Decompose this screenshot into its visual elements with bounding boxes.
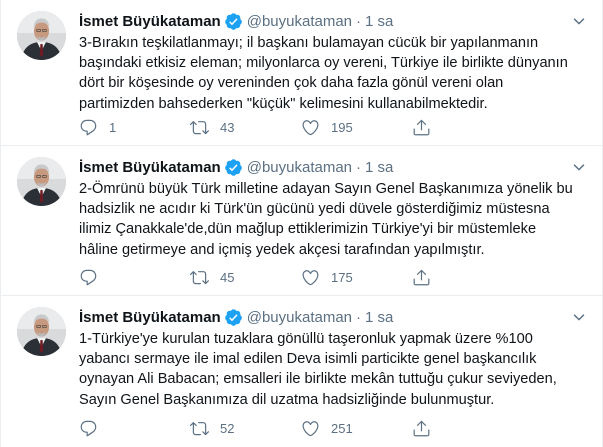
tweet[interactable]: İsmet Büyükataman @buyukataman · 1 sa 2-…: [1, 146, 602, 296]
tweet-header: İsmet Büyükataman @buyukataman · 1 sa: [79, 11, 393, 31]
heart-icon: [301, 268, 320, 287]
tweet-text-line: hâline getirmeye and içmiş yedek akçesi …: [79, 241, 485, 258]
handle[interactable]: @buyukataman: [247, 13, 352, 30]
retweet-count: 52: [220, 420, 235, 436]
tweet-text-line: yabancı sermaye ile imal edilen Deva isi…: [79, 351, 537, 368]
tweet-actions: 45 175: [79, 267, 519, 287]
like-count: 251: [331, 420, 353, 436]
chevron-down-icon[interactable]: [568, 156, 590, 178]
share-button[interactable]: [412, 117, 431, 137]
retweet-icon: [190, 118, 209, 137]
like-button[interactable]: 195: [301, 117, 353, 137]
tweet-text: 2-Ömrünü büyük Türk milletine adayan Say…: [79, 179, 594, 260]
separator: ·: [356, 12, 362, 30]
separator: ·: [356, 308, 362, 326]
heart-icon: [301, 118, 320, 137]
timestamp[interactable]: 1 sa: [365, 309, 393, 326]
tweet-text-line: partimizden bahsederken "küçük" kelimesi…: [79, 95, 488, 112]
verified-badge-icon: [224, 158, 243, 177]
tweet-text-line: hadsizlik ne acıdır ki Türk'ün gücünü ye…: [79, 201, 550, 218]
tweet-header: İsmet Büyükataman @buyukataman · 1 sa: [79, 157, 393, 177]
timestamp[interactable]: 1 sa: [365, 159, 393, 176]
reply-icon: [79, 268, 98, 287]
avatar[interactable]: [17, 11, 66, 60]
tweet-text-line: başındaki etkisiz eleman; milyonlarca oy…: [79, 55, 568, 72]
heart-icon: [301, 419, 320, 438]
reply-button[interactable]: [79, 267, 109, 287]
tweet-text-line: 3-Bırakın teşkilatlanmayı; il başkanı bu…: [79, 35, 539, 51]
like-count: 195: [331, 119, 353, 135]
tweet-text-line: oynayan Ali Babacan; emsalleri ile birli…: [79, 371, 557, 388]
tweet-text-line: 2-Ömrünü büyük Türk milletine adayan Say…: [79, 181, 573, 197]
retweet-count: 45: [220, 269, 235, 285]
share-icon: [412, 118, 431, 137]
handle[interactable]: @buyukataman: [247, 309, 352, 326]
timestamp[interactable]: 1 sa: [365, 13, 393, 30]
tweet[interactable]: İsmet Büyükataman @buyukataman · 1 sa 3-…: [1, 0, 602, 146]
share-icon: [412, 419, 431, 438]
tweet-actions: 52 251: [79, 418, 519, 438]
handle[interactable]: @buyukataman: [247, 159, 352, 176]
reply-count: 1: [109, 119, 117, 135]
tweet[interactable]: İsmet Büyükataman @buyukataman · 1 sa 1-…: [1, 296, 602, 447]
reply-button[interactable]: 1: [79, 117, 116, 137]
timeline: İsmet Büyükataman @buyukataman · 1 sa 3-…: [0, 0, 603, 447]
reply-icon: [79, 419, 98, 438]
tweet-text-line: ilimiz Çanakkale'de,dün mağlup ettikleri…: [79, 221, 537, 238]
like-button[interactable]: 175: [301, 267, 353, 287]
like-count: 175: [331, 269, 353, 285]
display-name[interactable]: İsmet Büyükataman: [79, 13, 221, 30]
like-button[interactable]: 251: [301, 418, 353, 438]
tweet-text-line: dört bir köşesinde oy vereninden çok dah…: [79, 75, 504, 92]
retweet-icon: [190, 419, 209, 438]
display-name[interactable]: İsmet Büyükataman: [79, 309, 221, 326]
reply-button[interactable]: [79, 418, 109, 438]
chevron-down-icon[interactable]: [568, 306, 590, 328]
verified-badge-icon: [224, 12, 243, 31]
tweet-header: İsmet Büyükataman @buyukataman · 1 sa: [79, 307, 393, 327]
tweet-actions: 1 43 195: [79, 117, 519, 137]
avatar[interactable]: [17, 157, 66, 206]
retweet-icon: [190, 268, 209, 287]
retweet-count: 43: [220, 119, 235, 135]
tweet-text-line: 1-Türkiye'ye kurulan tuzaklara gönüllü t…: [79, 331, 533, 347]
tweet-text-line: Sayın Genel Başkanımıza dil uzatma hadsi…: [79, 391, 495, 408]
tweet-text: 3-Bırakın teşkilatlanmayı; il başkanı bu…: [79, 33, 594, 114]
chevron-down-icon[interactable]: [568, 10, 590, 32]
verified-badge-icon: [224, 308, 243, 327]
avatar[interactable]: [17, 307, 66, 356]
share-icon: [412, 268, 431, 287]
retweet-button[interactable]: 45: [190, 267, 234, 287]
share-button[interactable]: [412, 267, 431, 287]
retweet-button[interactable]: 52: [190, 418, 234, 438]
share-button[interactable]: [412, 418, 431, 438]
display-name[interactable]: İsmet Büyükataman: [79, 159, 221, 176]
reply-icon: [79, 118, 98, 137]
separator: ·: [356, 158, 362, 176]
retweet-button[interactable]: 43: [190, 117, 234, 137]
tweet-text: 1-Türkiye'ye kurulan tuzaklara gönüllü t…: [79, 329, 594, 410]
